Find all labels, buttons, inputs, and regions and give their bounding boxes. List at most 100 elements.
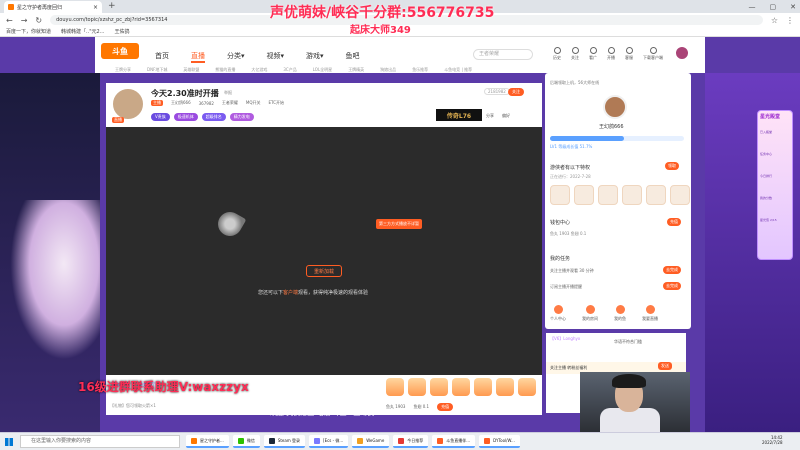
promo-item[interactable]: 已入殿堂 <box>760 130 777 134</box>
taskbar-app[interactable]: 星之守护者... <box>186 435 229 448</box>
gift-item[interactable] <box>386 378 404 396</box>
subnav-item[interactable]: LOL全明星 <box>313 67 332 73</box>
subnav-item[interactable]: 3C产品 <box>283 67 296 73</box>
bookmark-item[interactable]: 百度一下，你就知道 <box>6 28 51 35</box>
gift-item[interactable] <box>474 378 492 396</box>
streamer-avatar[interactable] <box>111 87 145 121</box>
report-link[interactable]: 举报 <box>224 90 232 96</box>
recharge-button[interactable]: 充值 <box>437 403 454 411</box>
taskbar-app[interactable]: DYTool/W... <box>479 435 520 448</box>
browser-tab[interactable]: 星之守护者再度回归 × <box>4 1 102 13</box>
back-icon[interactable]: ← <box>6 16 13 25</box>
chat-input[interactable]: 关注主播 转粉丝福利 <box>550 365 587 371</box>
subnav-item[interactable]: 熊猫的直播 <box>215 67 235 73</box>
taskbar-app[interactable]: Steam 登录 <box>263 435 306 448</box>
meta-item[interactable]: ETC开始 <box>269 100 285 106</box>
taskbar-search[interactable]: 在这里输入你要搜索的内容 <box>20 435 180 448</box>
subnav-item[interactable]: 王牌精英 <box>348 67 364 73</box>
task-complete-button[interactable]: 去完成 <box>663 266 681 274</box>
privilege-claim-button[interactable]: 领取 <box>665 162 679 170</box>
nav-home[interactable]: 首页 <box>155 51 169 63</box>
taskbar-app[interactable]: [Ecs - 微... <box>309 435 349 448</box>
my-room-link[interactable]: 我的房间 <box>582 305 598 322</box>
promo-item[interactable]: 我的分数 <box>760 196 777 200</box>
privilege-box[interactable] <box>598 185 618 205</box>
ads-button[interactable]: 看广 <box>589 47 597 61</box>
download-client-button[interactable]: 下载客户端 <box>643 47 663 61</box>
subnav-item[interactable]: 狗娘出品 <box>380 67 396 73</box>
start-live-button[interactable]: 开播 <box>607 47 615 61</box>
taskbar-app[interactable]: 斗鱼直播伴... <box>432 435 476 448</box>
client-download-link[interactable]: 客户端 <box>283 290 298 296</box>
panel-avatar[interactable] <box>603 95 627 119</box>
search-input[interactable]: 王者荣耀 <box>473 49 533 60</box>
subnav-item[interactable]: 斗鱼电竞 | 推荐 <box>444 67 472 73</box>
chat-user[interactable]: 【V6】Longhyx <box>550 336 580 342</box>
reload-icon[interactable]: ↻ <box>35 16 42 25</box>
douyu-logo[interactable]: 斗鱼 <box>101 43 139 59</box>
service-button[interactable]: 客服 <box>625 47 633 61</box>
promo-item[interactable]: 星光值 2/15 <box>760 218 777 222</box>
subnav-item[interactable]: 王牌分享 <box>115 67 131 73</box>
personal-center-link[interactable]: 个人中心 <box>550 305 566 322</box>
gift-item[interactable] <box>496 378 514 396</box>
game-ad-banner[interactable]: 传奇L76 <box>436 109 482 121</box>
taskbar-app[interactable]: 微信 <box>232 435 260 448</box>
douyu-icon <box>437 437 444 444</box>
subnav-item[interactable]: 鱼乐推荐 <box>412 67 428 73</box>
privilege-box[interactable] <box>646 185 666 205</box>
taskbar-clock[interactable]: 14:42 2022/7/28 <box>762 435 783 445</box>
forward-icon[interactable]: → <box>21 16 28 25</box>
gift-item[interactable] <box>452 378 470 396</box>
user-avatar[interactable] <box>675 46 689 60</box>
nav-live[interactable]: 直播 <box>191 51 205 63</box>
promo-item[interactable]: 今日排行 <box>760 174 777 178</box>
chat-send-button[interactable]: 发送 <box>658 362 672 370</box>
bookmark-item[interactable]: 王佑鸽 <box>114 28 129 35</box>
privilege-box[interactable] <box>622 185 642 205</box>
preference-button[interactable]: 偏好 <box>502 113 510 119</box>
streamer-name[interactable]: 王幻鸽666 <box>171 100 191 106</box>
nav-video[interactable]: 视频▾ <box>267 51 285 63</box>
privilege-box[interactable] <box>574 185 594 205</box>
history-button[interactable]: 历史 <box>553 47 561 61</box>
promo-item[interactable]: 任务中心 <box>760 152 777 156</box>
star-icon[interactable]: ☆ <box>771 16 778 25</box>
video-player[interactable] <box>106 127 542 375</box>
nav-games[interactable]: 游戏▾ <box>306 51 324 63</box>
badge-power[interactable]: 精力发电 <box>229 113 254 121</box>
share-button[interactable]: 分享 <box>486 113 494 119</box>
room-category[interactable]: 王者荣耀 <box>222 100 238 106</box>
gift-item[interactable] <box>430 378 448 396</box>
privilege-box[interactable] <box>670 185 690 205</box>
follow-button[interactable]: 关注 <box>508 88 524 96</box>
gift-item[interactable] <box>518 378 536 396</box>
new-tab-button[interactable]: + <box>108 1 116 11</box>
nav-fishbar[interactable]: 鱼吧 <box>346 51 360 63</box>
reload-button[interactable]: 重新加载 <box>306 265 342 277</box>
minimize-icon[interactable]: — <box>749 3 756 11</box>
tab-close-icon[interactable]: × <box>93 4 98 11</box>
subnav-item[interactable]: DNF地下城 <box>147 67 167 73</box>
taskbar-app[interactable]: 今日推荐 <box>393 435 429 448</box>
privilege-box[interactable] <box>550 185 570 205</box>
follow-list-button[interactable]: 关注 <box>571 47 579 61</box>
close-icon[interactable]: ✕ <box>790 3 796 11</box>
maximize-icon[interactable]: ▢ <box>770 3 777 11</box>
badge-noble[interactable]: V贵族 <box>151 113 170 121</box>
bookmark-item[interactable]: 韩城韩建「.."元2... <box>61 28 104 35</box>
wallet-recharge-button[interactable]: 充值 <box>667 218 681 226</box>
badge-rank[interactable]: 超级排名 <box>201 113 226 121</box>
menu-icon[interactable]: ⋮ <box>786 16 794 25</box>
my-fish-link[interactable]: 我的鱼 <box>614 305 626 322</box>
subnav-item[interactable]: 英雄联盟 <box>183 67 199 73</box>
badge-speed[interactable]: 极速机体 <box>173 113 198 121</box>
windows-start-icon[interactable] <box>5 438 13 446</box>
gift-item[interactable] <box>408 378 426 396</box>
taskbar-app[interactable]: WeGame <box>352 435 390 448</box>
go-live-link[interactable]: 我要直播 <box>642 305 658 322</box>
meta-item[interactable]: MQ开关 <box>246 100 261 106</box>
task-complete-button[interactable]: 去完成 <box>663 282 681 290</box>
nav-category[interactable]: 分类▾ <box>227 51 245 63</box>
subnav-item[interactable]: 大亿游戏 <box>251 67 267 73</box>
